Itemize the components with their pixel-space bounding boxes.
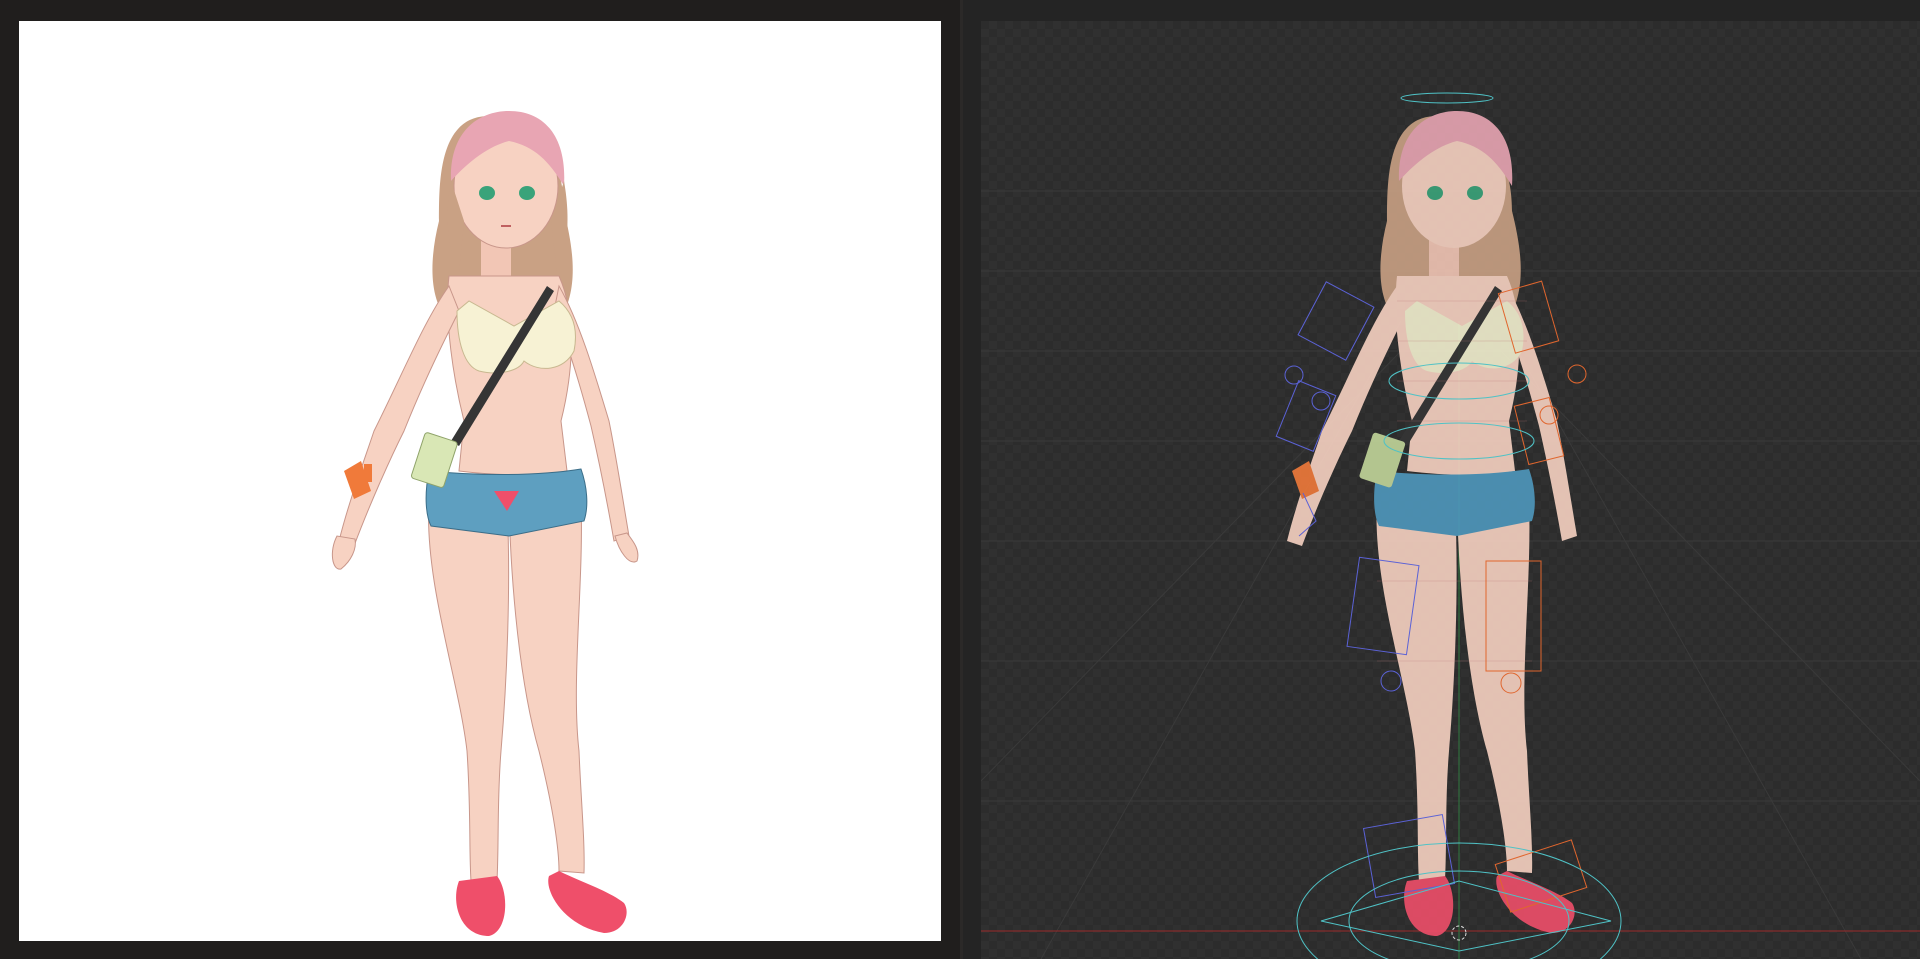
reference-canvas xyxy=(19,21,941,941)
character-figure-reference xyxy=(331,111,639,936)
right-frame xyxy=(963,0,1920,959)
halo-control xyxy=(1400,92,1494,104)
rig-viewport[interactable] xyxy=(981,21,1920,959)
left-frame xyxy=(0,0,960,959)
character-figure xyxy=(331,111,639,936)
character-figure-wireframe xyxy=(1287,111,1577,936)
viewport-canvas xyxy=(981,92,1920,959)
